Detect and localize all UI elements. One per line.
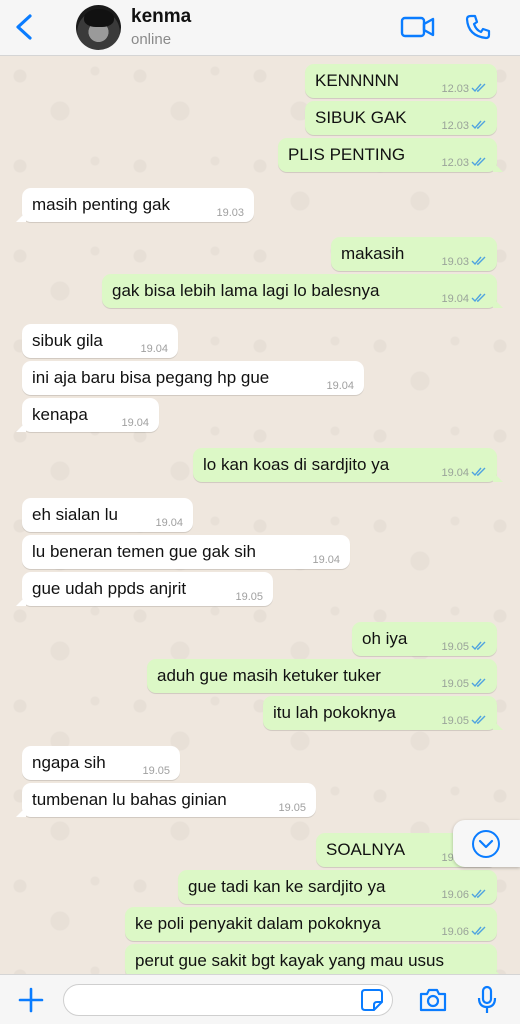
message-timestamp: 19.06 (441, 926, 469, 938)
read-receipt-icon (471, 83, 486, 93)
read-receipt-icon (471, 678, 486, 688)
message-timestamp: 19.05 (235, 591, 263, 603)
incoming-message[interactable]: eh sialan lu 19.04 (22, 498, 193, 532)
message-input[interactable] (63, 984, 393, 1016)
message-timestamp: 19.05 (441, 715, 469, 727)
message-timestamp: 12.03 (441, 83, 469, 95)
incoming-message[interactable]: ngapa sih 19.05 (22, 746, 180, 780)
message-text: gue udah ppds anjrit (32, 579, 187, 598)
read-receipt-icon (471, 715, 486, 725)
avatar[interactable] (76, 5, 121, 50)
message-text: perut gue sakit bgt kayak yang mau usus (135, 951, 445, 970)
message-text: ke poli penyakit dalam pokoknya (135, 914, 381, 933)
message-text: oh iya (362, 629, 408, 648)
outgoing-message[interactable]: makasih 19.03 (331, 237, 497, 271)
message-text: gak bisa lebih lama lagi lo balesnya (112, 281, 380, 300)
message-text: sibuk gila (32, 331, 103, 350)
incoming-message[interactable]: kenapa 19.04 (16, 398, 159, 432)
message-timestamp: 19.05 (278, 802, 306, 814)
message-text: kenapa (32, 405, 88, 424)
message-composer (0, 974, 520, 1024)
chat-messages[interactable]: KENNNNN 12.03 SIBUK GAK 12.03 PLIS PENTING 12… (0, 56, 520, 974)
message-timestamp: 19.03 (216, 207, 244, 219)
message-text: ngapa sih (32, 753, 106, 772)
message-text: SOALNYA (326, 840, 406, 859)
scroll-down-icon (472, 830, 500, 858)
outgoing-message[interactable]: gak bisa lebih lama lagi lo balesnya 19.0… (102, 274, 503, 308)
incoming-message[interactable]: ini aja baru bisa pegang hp gue 19.04 (22, 361, 364, 395)
message-text: aduh gue masih ketuker tuker (157, 666, 381, 685)
message-timestamp: 19.05 (441, 678, 469, 690)
camera-icon[interactable] (418, 987, 448, 1013)
outgoing-message[interactable]: aduh gue masih ketuker tuker 19.05 (147, 659, 497, 693)
message-timestamp: 19.04 (312, 554, 340, 566)
outgoing-message[interactable]: SIBUK GAK 12.03 (305, 101, 497, 135)
incoming-message[interactable]: lu beneran temen gue gak sih 19.04 (22, 535, 350, 569)
message-timestamp: 19.04 (140, 343, 168, 355)
outgoing-message[interactable]: PLIS PENTING 12.03 (278, 138, 503, 172)
message-text: KENNNNN (315, 71, 400, 90)
message-text: tumbenan lu bahas ginian (32, 790, 227, 809)
message-text: lu beneran temen gue gak sih (32, 542, 256, 561)
message-text: SIBUK GAK (315, 108, 407, 127)
outgoing-message[interactable]: oh iya 19.05 (352, 622, 497, 656)
outgoing-message[interactable]: itu lah pokoknya 19.05 (263, 696, 503, 730)
phone-icon[interactable] (464, 13, 492, 41)
message-timestamp: 19.05 (441, 641, 469, 653)
message-text: PLIS PENTING (288, 145, 406, 164)
chat-header: kenma online (0, 0, 520, 56)
read-receipt-icon (471, 467, 486, 477)
message-timestamp: 12.03 (441, 120, 469, 132)
message-timestamp: 19.03 (441, 256, 469, 268)
message-timestamp: 19.04 (441, 467, 469, 479)
message-timestamp: 12.03 (441, 157, 469, 169)
read-receipt-icon (471, 120, 486, 130)
read-receipt-icon (471, 293, 486, 303)
message-text: makasih (341, 244, 405, 263)
message-timestamp: 19.04 (155, 517, 183, 529)
message-timestamp: 19.06 (441, 889, 469, 901)
contact-name[interactable]: kenma (131, 6, 191, 28)
outgoing-message[interactable]: gue tadi kan ke sardjito ya 19.06 (178, 870, 497, 904)
message-text: itu lah pokoknya (273, 703, 396, 722)
microphone-icon[interactable] (476, 985, 498, 1015)
message-text: masih penting gak (32, 195, 170, 214)
message-timestamp: 19.04 (326, 380, 354, 392)
plus-icon[interactable] (18, 987, 44, 1013)
read-receipt-icon (471, 926, 486, 936)
message-text: gue tadi kan ke sardjito ya (188, 877, 386, 896)
message-timestamp: 19.04 (121, 417, 149, 429)
read-receipt-icon (471, 641, 486, 651)
message-timestamp: 19.05 (142, 765, 170, 777)
scroll-to-bottom-button[interactable] (453, 820, 520, 867)
outgoing-message[interactable]: ke poli penyakit dalam pokoknya 19.06 (125, 907, 497, 941)
incoming-message[interactable]: masih penting gak 19.03 (16, 188, 254, 222)
read-receipt-icon (471, 256, 486, 266)
video-call-icon[interactable] (400, 14, 436, 40)
read-receipt-icon (471, 157, 486, 167)
message-text: lo kan koas di sardjito ya (203, 455, 390, 474)
read-receipt-icon (471, 889, 486, 899)
message-timestamp: 19.04 (441, 293, 469, 305)
message-text: eh sialan lu (32, 505, 119, 524)
message-text: ini aja baru bisa pegang hp gue (32, 368, 270, 387)
incoming-message[interactable]: gue udah ppds anjrit 19.05 (16, 572, 273, 606)
outgoing-message[interactable]: KENNNNN 12.03 (305, 64, 497, 98)
incoming-message[interactable]: tumbenan lu bahas ginian 19.05 (16, 783, 316, 817)
sticker-icon[interactable] (360, 988, 384, 1012)
outgoing-message[interactable]: perut gue sakit bgt kayak yang mau usus (125, 944, 503, 974)
back-chevron-icon[interactable] (12, 12, 38, 42)
outgoing-message[interactable]: lo kan koas di sardjito ya 19.04 (193, 448, 503, 482)
incoming-message[interactable]: sibuk gila 19.04 (22, 324, 178, 358)
contact-status: online (131, 31, 172, 48)
